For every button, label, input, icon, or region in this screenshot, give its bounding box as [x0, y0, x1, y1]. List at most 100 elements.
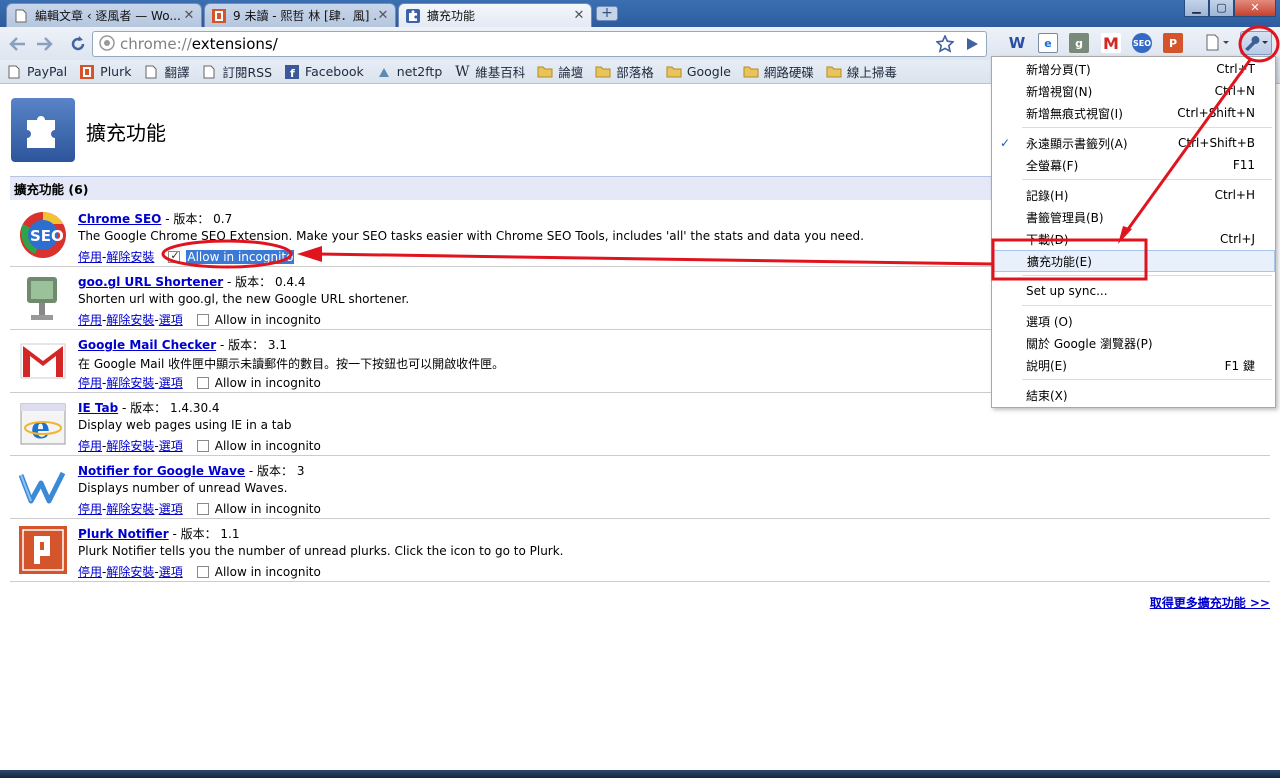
extension-name-link[interactable]: Notifier for Google Wave — [78, 464, 245, 478]
tab-close-icon[interactable]: ✕ — [377, 8, 389, 23]
w-icon[interactable]: W — [1007, 33, 1027, 53]
extension-name-link[interactable]: Google Mail Checker — [78, 338, 216, 352]
go-button[interactable] — [960, 32, 984, 56]
uninstall-link[interactable]: 解除安裝 — [106, 311, 154, 328]
address-bar[interactable]: chrome://extensions/ — [92, 31, 987, 57]
incognito-checkbox[interactable] — [196, 313, 209, 326]
page-menu-button[interactable] — [1204, 33, 1232, 53]
forward-button[interactable] — [32, 32, 56, 56]
incognito-checkbox[interactable] — [196, 502, 209, 515]
disable-link[interactable]: 停用 — [78, 248, 102, 265]
menu-item-help[interactable]: 說明(E) F1 鍵 — [992, 354, 1275, 376]
gmail-icon[interactable]: M — [1101, 33, 1121, 53]
options-link[interactable]: 選項 — [159, 374, 183, 391]
menu-item-downloads[interactable]: 下載(D) Ctrl+J — [992, 228, 1275, 250]
tab-strip: 編輯文章 ‹ 逐風者 — Wo... ✕ 9 未讀 - 熙哲 林 [肆．風] .… — [0, 0, 1280, 27]
uninstall-link[interactable]: 解除安裝 — [106, 374, 154, 391]
get-more-extensions-link[interactable]: 取得更多擴充功能 >> — [1150, 594, 1270, 611]
extension-description: Plurk Notifier tells you the number of u… — [78, 544, 564, 558]
menu-item-options[interactable]: 選項 (O) — [992, 310, 1275, 332]
tab-title: 9 未讀 - 熙哲 林 [肆．風] ... — [233, 9, 377, 23]
disable-link[interactable]: 停用 — [78, 374, 102, 391]
menu-item-fullscreen[interactable]: 全螢幕(F) F11 — [992, 154, 1275, 176]
disable-link[interactable]: 停用 — [78, 563, 102, 580]
extension-name-link[interactable]: goo.gl URL Shortener — [78, 275, 223, 289]
extension-name-link[interactable]: Chrome SEO — [78, 212, 161, 226]
tab-close-icon[interactable]: ✕ — [573, 8, 585, 23]
menu-item-new-tab[interactable]: 新增分頁(T) Ctrl+T — [992, 58, 1275, 80]
reload-button[interactable] — [66, 32, 90, 56]
bookmark-label: 訂閱RSS — [222, 65, 273, 80]
bookmark-translate[interactable]: 翻譯 — [143, 62, 189, 81]
wrench-menu: 新增分頁(T) Ctrl+T 新增視窗(N) Ctrl+N 新增無痕式視窗(I) Ct… — [991, 56, 1276, 408]
plurk-icon[interactable]: P — [1163, 33, 1183, 53]
maximize-button[interactable]: ▢ — [1209, 0, 1234, 17]
ie-tab-icon[interactable]: e — [1038, 33, 1058, 53]
version-value: 3 — [296, 464, 305, 478]
options-link[interactable]: 選項 — [159, 437, 183, 454]
bookmark-folder-antivirus[interactable]: 線上掃毒 — [826, 62, 897, 81]
options-link[interactable]: 選項 — [159, 563, 183, 580]
disable-link[interactable]: 停用 — [78, 437, 102, 454]
disable-link[interactable]: 停用 — [78, 500, 102, 517]
bookmark-folder-forum[interactable]: 論壇 — [537, 62, 583, 81]
goo-gl-icon[interactable]: g — [1069, 33, 1089, 53]
bookmark-rss[interactable]: 訂閱RSS — [201, 62, 272, 81]
bookmark-facebook[interactable]: f Facebook — [284, 64, 364, 80]
incognito-checkbox[interactable] — [196, 439, 209, 452]
options-link[interactable]: 選項 — [159, 500, 183, 517]
folder-icon — [595, 64, 611, 80]
uninstall-link[interactable]: 解除安裝 — [106, 248, 154, 265]
plurk-icon — [18, 525, 68, 575]
bookmark-folder-netdisk[interactable]: 網路硬碟 — [743, 62, 814, 81]
menu-item-new-window[interactable]: 新增視窗(N) Ctrl+N — [992, 80, 1275, 102]
menu-item-about[interactable]: 關於 Google 瀏覽器(P) — [992, 332, 1275, 354]
bookmark-star-button[interactable] — [933, 32, 957, 56]
page-title: 擴充功能 — [86, 121, 166, 145]
incognito-checkbox[interactable] — [168, 249, 181, 263]
bookmark-plurk[interactable]: Plurk — [79, 64, 131, 80]
uninstall-link[interactable]: 解除安裝 — [106, 437, 154, 454]
page-info-icon[interactable] — [99, 34, 115, 54]
tab-close-icon[interactable]: ✕ — [183, 8, 195, 23]
reload-icon — [71, 36, 85, 51]
tab-plurk[interactable]: 9 未讀 - 熙哲 林 [肆．風] ... ✕ — [204, 3, 396, 27]
extension-description: The Google Chrome SEO Extension. Make yo… — [78, 229, 864, 243]
menu-item-setup-sync[interactable]: Set up sync... — [992, 280, 1275, 302]
uninstall-link[interactable]: 解除安裝 — [106, 500, 154, 517]
options-link[interactable]: 選項 — [159, 311, 183, 328]
tab-edit-post[interactable]: 編輯文章 ‹ 逐風者 — Wo... ✕ — [6, 3, 202, 27]
new-tab-button[interactable]: + — [596, 6, 618, 21]
close-window-button[interactable]: ✕ — [1234, 0, 1276, 17]
seo-icon[interactable]: SEO — [1132, 33, 1152, 53]
menu-item-extensions[interactable]: 擴充功能(E) — [992, 250, 1275, 272]
bookmark-net2ftp[interactable]: net2ftp — [376, 64, 442, 80]
bookmark-paypal[interactable]: PayPal — [6, 64, 67, 80]
incognito-checkbox[interactable] — [196, 565, 209, 578]
disable-link[interactable]: 停用 — [78, 311, 102, 328]
bookmark-label: Google — [686, 64, 731, 79]
menu-item-show-bookmarks-bar[interactable]: ✓ 永遠顯示書籤列(A) Ctrl+Shift+B — [992, 132, 1275, 154]
bookmark-folder-blog[interactable]: 部落格 — [595, 62, 654, 81]
back-button[interactable] — [6, 32, 30, 56]
play-icon — [967, 38, 978, 50]
minimize-button[interactable]: ▁ — [1184, 0, 1209, 17]
extension-name-link[interactable]: Plurk Notifier — [78, 527, 169, 541]
menu-item-new-incognito[interactable]: 新增無痕式視窗(I) Ctrl+Shift+N — [992, 102, 1275, 124]
version-label: - 版本： — [223, 275, 275, 289]
menu-item-shortcut: Ctrl+T — [1216, 62, 1255, 76]
bookmark-wikipedia[interactable]: W 維基百科 — [454, 62, 525, 81]
uninstall-link[interactable]: 解除安裝 — [106, 563, 154, 580]
extension-description: Shorten url with goo.gl, the new Google … — [78, 292, 410, 306]
bookmark-folder-google[interactable]: Google — [666, 64, 731, 80]
menu-item-exit[interactable]: 結束(X) — [992, 384, 1275, 406]
extension-name-link[interactable]: IE Tab — [78, 401, 118, 415]
menu-item-bookmark-manager[interactable]: 書籤管理員(B) — [992, 206, 1275, 228]
bookmark-label: 維基百科 — [475, 65, 526, 80]
folder-icon — [537, 64, 553, 80]
tab-extensions[interactable]: 擴充功能 ✕ — [398, 3, 592, 27]
incognito-checkbox[interactable] — [196, 376, 209, 389]
wrench-menu-button[interactable] — [1240, 31, 1272, 55]
incognito-label: Allow in incognito — [214, 438, 321, 453]
menu-item-history[interactable]: 記錄(H) Ctrl+H — [992, 184, 1275, 206]
